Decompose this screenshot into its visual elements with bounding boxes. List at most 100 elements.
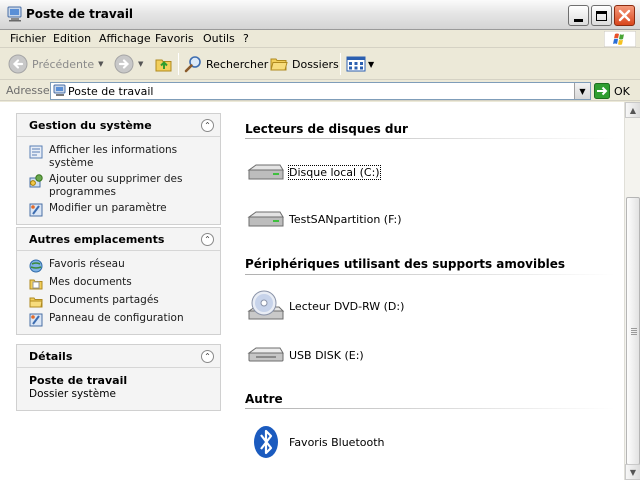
views-icon (346, 56, 366, 72)
control-panel-icon (29, 313, 43, 327)
group-header-hard-disks: Lecteurs de disques dur (245, 122, 408, 136)
bluetooth-places[interactable]: Favoris Bluetooth (246, 424, 385, 460)
forward-button[interactable]: ▼ (114, 52, 143, 76)
scroll-down-button[interactable]: ▼ (625, 464, 640, 480)
search-icon (184, 56, 201, 73)
group-divider (245, 274, 615, 275)
drive-local-c[interactable]: Disque local (C:) (246, 154, 381, 190)
my-computer-icon (53, 84, 66, 96)
back-dropdown-icon: ▼ (98, 60, 104, 68)
windows-logo-icon (604, 31, 636, 47)
chevron-up-icon: ⌃ (204, 352, 211, 361)
drive-san-f[interactable]: TestSANpartition (F:) (246, 201, 402, 237)
place-control-panel[interactable]: Panneau de configuration (17, 310, 220, 328)
menu-outils[interactable]: Outils (203, 32, 235, 45)
drive-label: USB DISK (E:) (289, 348, 364, 362)
task-pane: Gestion du système ⌃ Afficher les inform… (0, 102, 236, 480)
drive-usb-e[interactable]: USB DISK (E:) (246, 337, 364, 373)
collapse-button[interactable]: ⌃ (201, 350, 214, 363)
address-value: Poste de travail (68, 85, 154, 98)
removable-disk-icon (247, 347, 284, 362)
system-info-icon (29, 145, 43, 159)
task-label: Afficher les informations système (49, 144, 178, 169)
back-label: Précédente (32, 57, 95, 71)
place-network[interactable]: Favoris réseau (17, 256, 220, 274)
address-bar: Adresse Poste de travail ▼ OK (0, 81, 640, 101)
chevron-up-icon: ▲ (629, 105, 637, 115)
panel-title: Détails (29, 350, 73, 363)
group-divider (245, 138, 615, 139)
close-button[interactable] (614, 5, 635, 26)
task-system-info[interactable]: Afficher les informations système (17, 142, 220, 171)
system-tasks-header[interactable]: Gestion du système ⌃ (17, 114, 220, 137)
forward-arrow-icon (114, 54, 134, 74)
other-places-header[interactable]: Autres emplacements ⌃ (17, 228, 220, 251)
menu-help[interactable]: ? (243, 32, 249, 45)
shared-folder-icon (29, 297, 43, 308)
details-name: Poste de travail (29, 374, 128, 387)
menu-fichier[interactable]: Fichier (10, 32, 46, 45)
content-pane: Lecteurs de disques dur Disque local (C:… (236, 102, 624, 480)
place-label: Favoris réseau (49, 258, 125, 270)
panel-title: Autres emplacements (29, 233, 165, 246)
details-type: Dossier système (29, 388, 116, 400)
up-folder-button[interactable] (154, 52, 174, 76)
drive-dvd-d[interactable]: Lecteur DVD-RW (D:) (246, 288, 404, 324)
scroll-thumb[interactable] (626, 197, 640, 465)
task-add-remove-programs[interactable]: Ajouter ou supprimer des programmes (17, 171, 220, 200)
vertical-scrollbar[interactable]: ▲ ▼ (624, 102, 640, 480)
chevron-down-icon: ▼ (629, 467, 637, 477)
drive-label: Disque local (C:) (288, 164, 381, 180)
details-header[interactable]: Détails ⌃ (17, 345, 220, 368)
maximize-icon (596, 10, 607, 21)
group-header-removable: Périphériques utilisant des supports amo… (245, 257, 566, 271)
views-button[interactable]: ▼ (346, 52, 374, 76)
task-modify-setting[interactable]: Modifier un paramètre (17, 200, 220, 218)
toolbar-separator (340, 53, 341, 75)
toolbar: Précédente ▼ ▼ Rechercher Dossiers ▼ (0, 49, 640, 80)
go-button[interactable]: OK (594, 83, 630, 99)
forward-dropdown-icon: ▼ (138, 60, 144, 68)
minimize-button[interactable] (568, 5, 589, 26)
folders-button[interactable]: Dossiers (270, 52, 339, 76)
collapse-button[interactable]: ⌃ (201, 233, 214, 246)
go-arrow-icon (594, 83, 610, 99)
group-divider (245, 408, 615, 409)
go-label: OK (614, 84, 630, 98)
chevron-down-icon: ▼ (579, 86, 586, 96)
back-arrow-icon (8, 54, 28, 74)
collapse-button[interactable]: ⌃ (201, 119, 214, 132)
address-dropdown-button[interactable]: ▼ (574, 83, 590, 99)
place-my-documents[interactable]: Mes documents (17, 274, 220, 292)
folder-up-icon (155, 59, 172, 72)
hard-disk-icon (247, 211, 284, 227)
menu-edition[interactable]: Edition (53, 32, 91, 45)
my-computer-icon (7, 6, 22, 22)
menu-favoris[interactable]: Favoris (155, 32, 194, 45)
add-remove-programs-icon (29, 174, 43, 188)
task-label: Modifier un paramètre (49, 202, 167, 214)
views-dropdown-icon: ▼ (368, 59, 375, 69)
scroll-up-button[interactable]: ▲ (625, 102, 640, 118)
back-button[interactable]: Précédente ▼ (8, 52, 104, 76)
toolbar-separator (178, 53, 179, 75)
place-label: Panneau de configuration (49, 312, 184, 324)
search-button[interactable]: Rechercher (184, 52, 268, 76)
place-label: Documents partagés (49, 294, 159, 306)
minimize-icon (574, 18, 583, 22)
menu-affichage[interactable]: Affichage (99, 32, 151, 45)
details-panel: Détails ⌃ Poste de travail Dossier systè… (16, 344, 221, 411)
network-places-icon (29, 259, 43, 273)
chevron-up-icon: ⌃ (204, 121, 211, 130)
system-tasks-panel: Gestion du système ⌃ Afficher les inform… (16, 113, 221, 225)
panel-title: Gestion du système (29, 119, 152, 132)
drive-label: TestSANpartition (F:) (289, 212, 402, 226)
address-label: Adresse (6, 84, 50, 97)
address-input[interactable]: Poste de travail ▼ (50, 82, 591, 100)
maximize-button[interactable] (591, 5, 612, 26)
task-label: Ajouter ou supprimer des programmes (49, 173, 183, 198)
title-bar[interactable]: Poste de travail (0, 0, 640, 30)
place-shared-documents[interactable]: Documents partagés (17, 292, 220, 310)
scroll-grip-icon (631, 328, 637, 329)
dvd-drive-icon (247, 290, 285, 320)
